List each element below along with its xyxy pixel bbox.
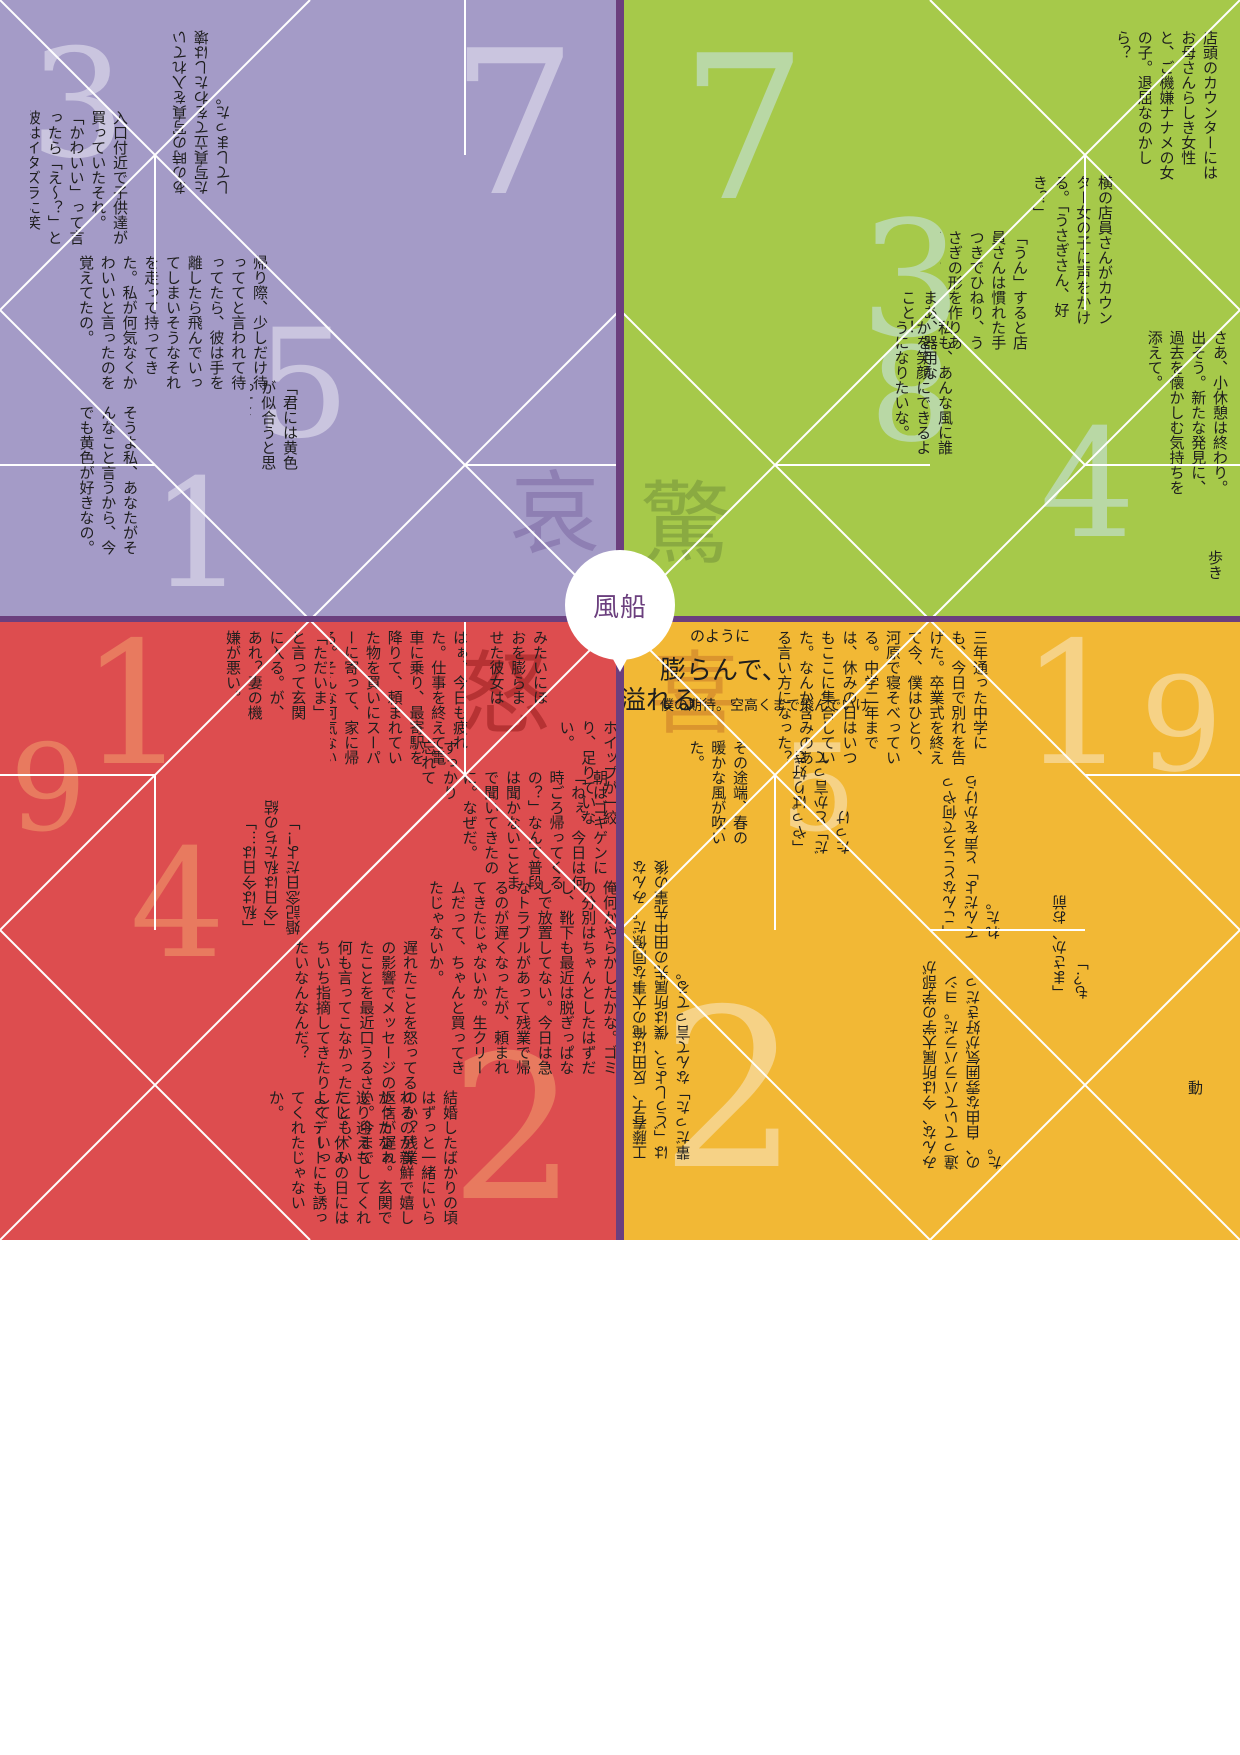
quadrant-sorrow: 7 3 5 1 哀 入口付近で子供達が買っていたそれ。「かわいい」って言ったら「… [0, 0, 620, 620]
story-text: 「やっぱり好きだ」とか言ってたっけ [791, 750, 853, 855]
page-title: 風船 [592, 592, 647, 623]
story-text: 「こんなところで何やってんだよ」と声をかけられた。 [941, 775, 1003, 940]
story-text: 店頭のカウンターにはお母さんらしき女性と、ご機嫌ナナメの女の子。退屈なのかしら？ [1114, 30, 1219, 180]
story-text: さあ、小休憩は終わり。出そう。新たな発見に、過去を懐かしむ気持ちを添えて。 [1145, 330, 1229, 495]
card-sheet: 7 3 5 1 哀 入口付近で子供達が買っていたそれ。「かわいい」って言ったら「… [0, 0, 1240, 1240]
story-text: 私も、あんな風に誰かを笑顔にできるようになりたいな。 [892, 320, 955, 455]
fold-number: 1 [150, 448, 246, 620]
story-text: そうよ私、あなたがそんなこと言うから、今でも黄色が好きなの。 [77, 405, 140, 555]
story-text: 帰り際、少しだけ待っててと言われて待ってたら、彼は手を離したら飛んでいってしまい… [77, 255, 269, 390]
story-text: 入口付近で子供達が買っていたそれ。「かわいい」って言ったら「え～？」と彼はイタズ… [30, 110, 129, 245]
story-text: 「私は今日は…」「今日は私たちの結婚記念日だよ！」 [241, 800, 303, 935]
balloon-title: 風船 [565, 550, 675, 660]
fold-number: 4 [130, 818, 226, 992]
story-text: 動 [1186, 1080, 1204, 1095]
story-text: 「まさか、お前も？」 [1051, 895, 1091, 1000]
headline-like: のように [690, 627, 751, 645]
story-text: みんな、今は所属大学の学部が違っていてバラバラだ。ヨシの、自由な雰囲気が好きだっ… [921, 960, 1005, 1170]
fold-number: 9 [10, 720, 87, 859]
story-text: 歩き [1206, 550, 1224, 580]
story-text: みたいにほおを膨らませた彼女は [487, 630, 550, 705]
headline-swell: 膨らんで、 [660, 656, 788, 686]
story-text: その途端、春の暖かな風が吹いた。 [687, 740, 750, 845]
story-text: ホイップが一絞り、足りていない。 [557, 720, 620, 825]
story-text: 「君には黄色が似合うと思って」 [250, 380, 299, 470]
story-text: 結婚したばかりの頃はずっと一緒にいられるのが新鮮で嬉しかったなぁ。玄関で送り迎え… [267, 1090, 459, 1225]
fold-number: 1 [1020, 620, 1129, 804]
story-text: すっかり忘れてた！ [420, 740, 459, 800]
quadrant-anger: 1 2 4 9 怒 はぁ、今日も疲れた。仕事を終えて電車に乗り、最寄駅を降りて、… [0, 620, 620, 1240]
story-text: 工藤春子、反田は俺の大事な同僚だ。みんなは「どうしよう、僕は所属先の田中先輩の後… [631, 860, 693, 1160]
quadrant-joy: 1 2 5 9 喜 三年通った中学にも、今日で別れを告げた。卒業式を終えて今、僕… [620, 620, 1240, 1240]
quadrant-surprise: 7 3 4 8 驚 店頭のカウンターにはお母さんらしき女性と、ご機嫌ナナメの女の… [620, 0, 1240, 620]
fold-number: 7 [680, 13, 808, 246]
headline-hope: 僕の期待。空高くまで飛んでいけ [660, 698, 870, 714]
emotion-kanji: 哀 [510, 462, 600, 567]
fold-number: 9 [1140, 649, 1223, 801]
emotion-kanji: 驚 [640, 472, 730, 577]
story-text: 「ただいま」と言って玄関に入る。が、あれ？妻の機嫌が悪い。 [224, 630, 329, 720]
story-text: あの時の写真を入れていた写真立てをわたしは壊してしまった。 [171, 30, 233, 195]
